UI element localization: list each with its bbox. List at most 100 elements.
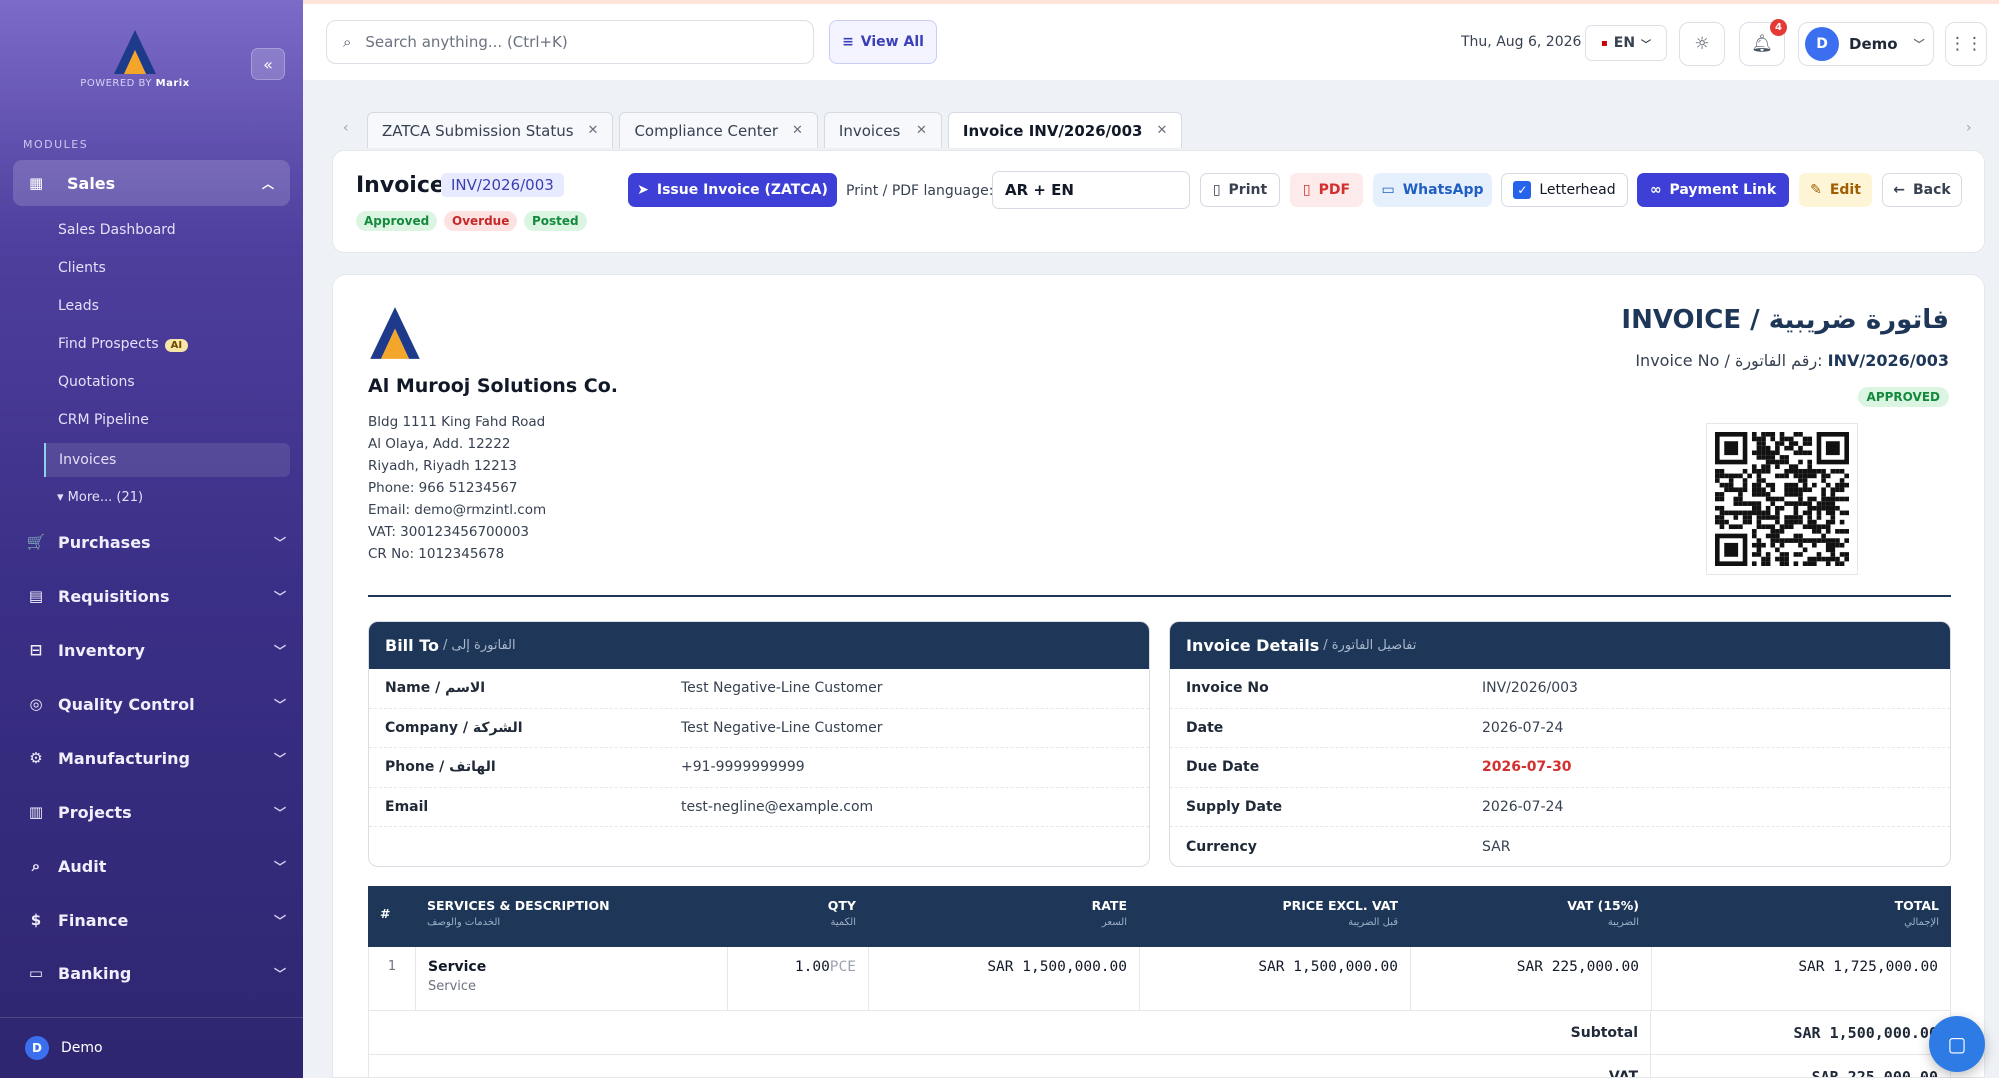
logo[interactable]: POWERED BY Marix bbox=[70, 28, 200, 104]
grid-icon: ⋮⋮ bbox=[1949, 34, 1983, 54]
column-header-en: VAT (15%) bbox=[1567, 898, 1639, 913]
sidebar-item-audit[interactable]: ⌕ Audit ﹀ bbox=[26, 851, 286, 881]
field-row: Phone / الهاتف +91-9999999999 bbox=[369, 748, 1149, 788]
tab-invoice-detail[interactable]: Invoice INV/2026/003 ✕ bbox=[947, 112, 1183, 148]
sun-icon: ☼ bbox=[1694, 34, 1710, 54]
payment-link-button[interactable]: ∞ Payment Link bbox=[1637, 173, 1789, 207]
flag-icon: ▪ bbox=[1600, 37, 1608, 49]
tabs-scroll-left-icon[interactable]: ‹ bbox=[343, 120, 349, 136]
line-vat: SAR 225,000.00 bbox=[1411, 947, 1652, 1010]
sidebar-item-finance[interactable]: $ Finance ﹀ bbox=[26, 905, 286, 935]
line-description: Service Service bbox=[416, 947, 728, 1010]
sidebar-user[interactable]: D Demo bbox=[0, 1017, 303, 1078]
button-label: Issue Invoice (ZATCA) bbox=[656, 182, 828, 198]
address-line: Al Olaya, Add. 12222 bbox=[368, 436, 511, 452]
column-header-en: QTY bbox=[827, 898, 856, 913]
column-header: TOTAL الإجمالي bbox=[1651, 886, 1951, 947]
sidebar-subitem-leads[interactable]: Leads bbox=[58, 298, 99, 314]
close-icon[interactable]: ✕ bbox=[1156, 123, 1167, 138]
print-language-label: Print / PDF language: bbox=[846, 183, 994, 199]
line-rate: SAR 1,500,000.00 bbox=[869, 947, 1140, 1010]
column-header-ar: الضريبة bbox=[1607, 917, 1639, 928]
theme-toggle-button[interactable]: ☼ bbox=[1679, 22, 1725, 66]
print-language-select[interactable]: AR + EN bbox=[992, 171, 1190, 209]
sidebar-item-inventory[interactable]: ⊟ Inventory ﹀ bbox=[26, 635, 286, 665]
sidebar-item-manufacturing[interactable]: ⚙ Manufacturing ﹀ bbox=[26, 743, 286, 773]
close-icon[interactable]: ✕ bbox=[792, 123, 803, 138]
panel-title-en: Invoice Details bbox=[1186, 636, 1320, 655]
button-label: Back bbox=[1913, 182, 1951, 198]
sidebar-item-requisitions[interactable]: ▤ Requisitions ﹀ bbox=[26, 581, 286, 611]
column-header-ar: الإجمالي bbox=[1904, 917, 1939, 928]
pdf-button[interactable]: ▯ PDF bbox=[1290, 173, 1363, 207]
invoice-title: INVOICE / فاتورة ضريبية bbox=[1621, 305, 1949, 335]
chevron-down-icon: ﹀ bbox=[273, 643, 286, 658]
whatsapp-button[interactable]: ▭ WhatsApp bbox=[1373, 173, 1492, 207]
collapse-sidebar-button[interactable]: « bbox=[251, 48, 285, 80]
close-icon[interactable]: ✕ bbox=[916, 123, 927, 138]
issue-invoice-button[interactable]: ➤ Issue Invoice (ZATCA) bbox=[628, 173, 837, 207]
line-name: Service bbox=[428, 959, 487, 975]
sidebar-item-sales[interactable]: ▦ Sales ︿ bbox=[13, 160, 290, 206]
tab-zatca-status[interactable]: ZATCA Submission Status ✕ bbox=[367, 112, 614, 148]
panel-title-ar: / الفاتورة إلى bbox=[443, 638, 516, 653]
sidebar-subitem-crm-pipeline[interactable]: CRM Pipeline bbox=[58, 412, 149, 428]
sidebar-item-purchases[interactable]: 🛒 Purchases ﹀ bbox=[26, 527, 286, 557]
divider bbox=[368, 595, 1951, 597]
field-row: Date 2026-07-24 bbox=[1170, 709, 1950, 748]
tab-invoices[interactable]: Invoices ✕ bbox=[823, 112, 942, 148]
sidebar-subitem-quotations[interactable]: Quotations bbox=[58, 374, 135, 390]
back-button[interactable]: ← Back bbox=[1882, 173, 1962, 207]
button-label: Edit bbox=[1829, 182, 1861, 198]
field-label: Invoice No bbox=[1186, 680, 1269, 697]
file-icon: ▯ bbox=[1302, 182, 1311, 198]
apps-grid-button[interactable]: ⋮⋮ bbox=[1945, 22, 1987, 66]
column-header-en: # bbox=[380, 906, 391, 921]
column-header: SERVICES & DESCRIPTION الخدمات والوصف bbox=[415, 886, 727, 947]
search-icon: ⌕ bbox=[31, 857, 41, 875]
panel-title: Invoice Details / تفاصيل الفاتورة bbox=[1170, 622, 1950, 669]
letterhead-toggle[interactable]: ✓ Letterhead bbox=[1501, 173, 1628, 207]
sidebar-item-label: Sales bbox=[67, 173, 116, 193]
line-qty: 1.00PCE bbox=[728, 947, 869, 1010]
cart-icon: 🛒 bbox=[26, 533, 46, 551]
sidebar-subitem-invoices[interactable]: Invoices bbox=[44, 443, 290, 477]
line-number: 1 bbox=[369, 947, 416, 1010]
sidebar-subitem-clients[interactable]: Clients bbox=[58, 260, 106, 276]
subtotal-row: Subtotal SAR 1,500,000.00 bbox=[368, 1011, 1951, 1055]
more-button[interactable]: ▾ More... (21) bbox=[57, 490, 143, 505]
column-header-ar: الخدمات والوصف bbox=[427, 917, 501, 928]
sidebar-item-banking[interactable]: ▭ Banking ﹀ bbox=[26, 958, 286, 988]
sidebar-item-label: Projects bbox=[58, 802, 132, 822]
sidebar-subitem-find-prospects[interactable]: Find Prospects AI bbox=[58, 336, 189, 352]
panel-title: Bill To / الفاتورة إلى bbox=[369, 622, 1149, 669]
vat-row: VAT SAR 225,000.00 bbox=[368, 1055, 1951, 1077]
tab-compliance-center[interactable]: Compliance Center ✕ bbox=[619, 112, 818, 148]
search-placeholder: Search anything... (Ctrl+K) bbox=[365, 33, 568, 51]
sidebar-item-quality-control[interactable]: ◎ Quality Control ﹀ bbox=[26, 689, 286, 719]
notifications-button[interactable]: 🔔︎ 4 bbox=[1739, 19, 1787, 66]
print-button[interactable]: ▯ Print bbox=[1200, 173, 1280, 207]
close-icon[interactable]: ✕ bbox=[588, 123, 599, 138]
chat-support-button[interactable]: ▢ bbox=[1929, 1016, 1985, 1072]
search-input[interactable]: ⌕ Search anything... (Ctrl+K) bbox=[326, 20, 814, 64]
tabs-scroll-right-icon[interactable]: › bbox=[1966, 120, 1972, 136]
view-all-button[interactable]: ≡ View All bbox=[829, 20, 937, 64]
powered-by: POWERED BY Marix bbox=[80, 78, 190, 89]
user-menu[interactable]: D Demo ﹀ bbox=[1798, 22, 1934, 66]
edit-button[interactable]: ✎ Edit bbox=[1799, 173, 1872, 207]
sidebar-item-label: Quality Control bbox=[58, 694, 195, 714]
sidebar-item-projects[interactable]: ▥ Projects ﹀ bbox=[26, 797, 286, 827]
panel-title-en: Bill To bbox=[385, 636, 439, 655]
language-select[interactable]: ▪ EN ﹀ bbox=[1585, 25, 1667, 61]
sidebar-subitem-sales-dashboard[interactable]: Sales Dashboard bbox=[58, 222, 176, 238]
column-header-en: RATE bbox=[1091, 898, 1127, 913]
bell-icon: 🔔︎ bbox=[1751, 34, 1773, 54]
column-header: QTY الكمية bbox=[727, 886, 868, 947]
chart-icon: ▦ bbox=[29, 174, 44, 192]
language-label: EN bbox=[1613, 35, 1636, 51]
column-header-ar: السعر bbox=[1101, 917, 1127, 928]
field-label: Company / الشركة bbox=[385, 719, 523, 736]
modules-label: MODULES bbox=[23, 138, 89, 151]
field-label: Phone / الهاتف bbox=[385, 759, 496, 776]
